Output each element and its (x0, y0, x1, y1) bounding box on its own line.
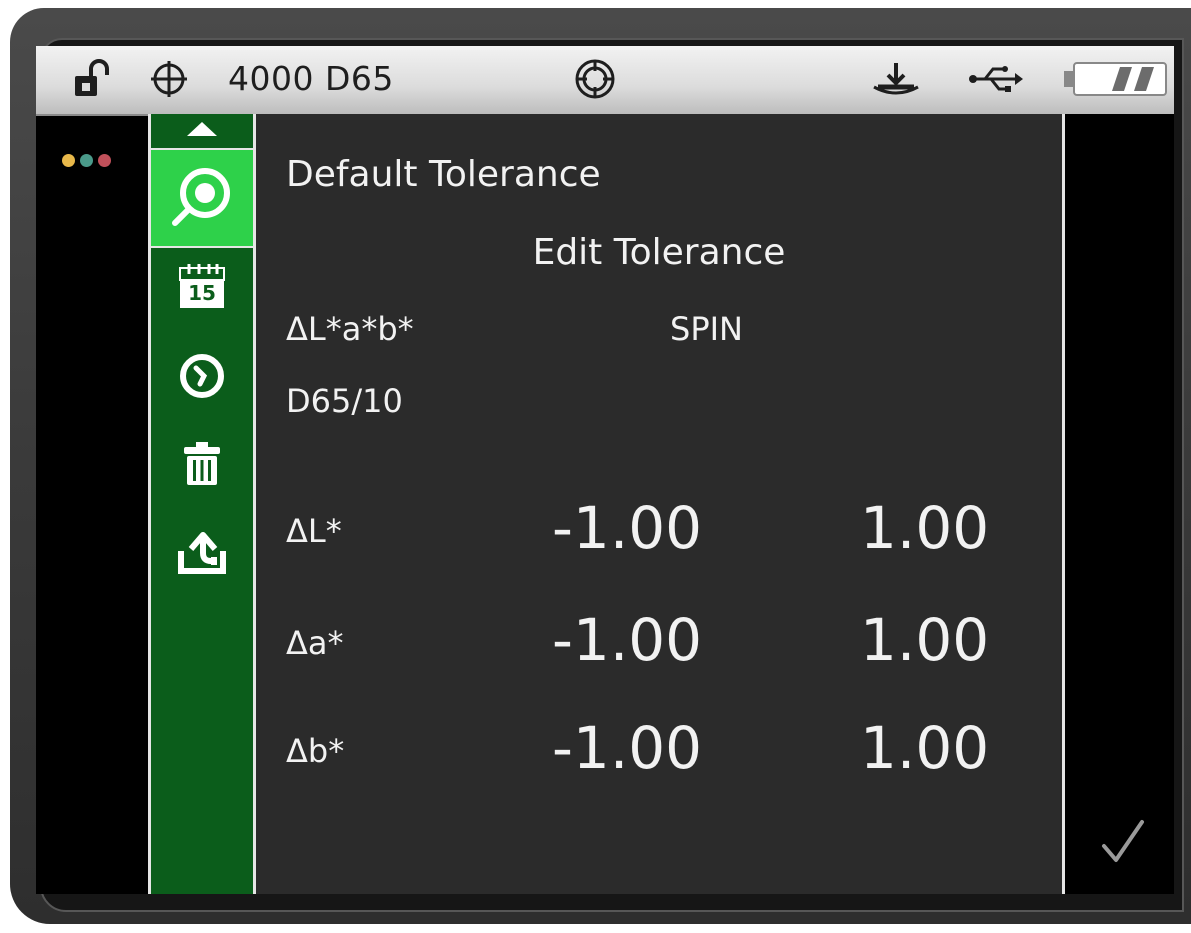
trash-icon (182, 441, 222, 491)
indicator-dot (80, 154, 93, 167)
delta-b-high-value[interactable]: 1.00 (860, 714, 989, 782)
color-space-label: ΔL*a*b* (286, 310, 414, 348)
checkmark-icon[interactable] (1098, 816, 1148, 870)
timer-icon (178, 352, 226, 404)
export-icon (175, 527, 229, 581)
sidebar-scroll-up-button[interactable] (151, 114, 253, 150)
calendar-icon: 15 (177, 262, 227, 310)
tolerance-panel: Default Tolerance Edit Tolerance ΔL*a*b*… (256, 114, 1065, 894)
indicator-dot (62, 154, 75, 167)
usb-icon (966, 56, 1026, 102)
delta-b-label: Δb* (286, 732, 345, 770)
status-bar: 4000 D65 (36, 46, 1174, 116)
delta-a-high-value[interactable]: 1.00 (860, 606, 989, 674)
indicator-dot (98, 154, 111, 167)
battery-icon (1062, 56, 1174, 102)
sidebar-item-calendar[interactable]: 15 (151, 256, 253, 316)
calendar-day-label: 15 (188, 281, 216, 305)
sidebar-item-export[interactable] (151, 524, 253, 584)
unlocked-padlock-icon[interactable] (70, 56, 116, 102)
delta-b-low-value[interactable]: -1.00 (552, 714, 702, 782)
instrument-label: 4000 D65 (228, 59, 394, 98)
delta-l-high-value[interactable]: 1.00 (860, 494, 989, 562)
crosshair-icon[interactable] (146, 56, 192, 102)
calibration-tile-icon[interactable] (868, 56, 924, 102)
triangle-up-icon (185, 120, 219, 142)
sidebar-item-timer[interactable] (151, 348, 253, 408)
page-title: Default Tolerance (286, 154, 601, 195)
sidebar: 15 (148, 114, 256, 894)
sidebar-item-delete[interactable] (151, 436, 253, 496)
measure-target-icon (167, 161, 237, 235)
method-value: SPIN (670, 310, 743, 348)
edit-tolerance-heading[interactable]: Edit Tolerance (256, 232, 1062, 273)
sidebar-item-measure[interactable] (151, 150, 253, 248)
delta-a-label: Δa* (286, 624, 344, 662)
aperture-target-icon[interactable] (570, 56, 620, 102)
device-screen: 4000 D65 15 Default Tolerance Edit Toler… (36, 46, 1174, 894)
illuminant-label: D65/10 (286, 382, 403, 420)
delta-l-low-value[interactable]: -1.00 (552, 494, 702, 562)
right-action-column (1065, 114, 1174, 894)
delta-l-label: ΔL* (286, 512, 342, 550)
indicator-dots (62, 154, 111, 167)
delta-a-low-value[interactable]: -1.00 (552, 606, 702, 674)
